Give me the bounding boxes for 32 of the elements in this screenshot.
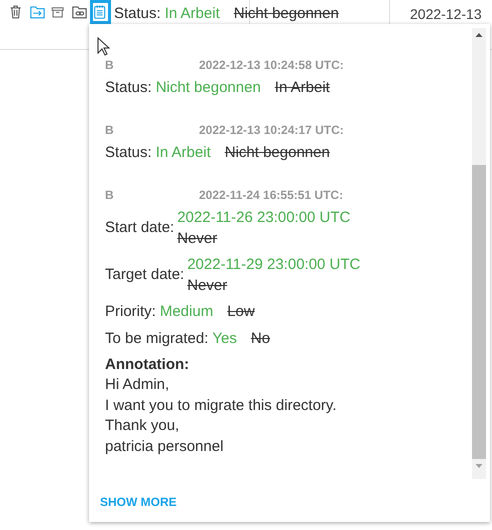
old-value: Never xyxy=(187,276,228,296)
old-value: Nicht begonnen xyxy=(224,143,330,163)
new-value: 2022-11-29 23:00:00 UTC xyxy=(187,255,360,275)
field-label: Priority: xyxy=(105,302,156,322)
status-change-text: Status: In Arbeit Nicht begonnen xyxy=(114,5,340,23)
annotation-text: Thank you, xyxy=(105,416,180,436)
field-label: Status: xyxy=(105,143,152,163)
author-name: B xyxy=(105,187,115,203)
annotation-text: I want you to migrate this directory. xyxy=(105,396,338,416)
author-name: B xyxy=(105,57,115,73)
new-value: Medium xyxy=(160,302,214,322)
date-text: 2022-12-13 xyxy=(409,5,483,23)
show-more-link[interactable]: SHOW MORE xyxy=(100,495,177,509)
new-value: 2022-11-26 23:00:00 UTC xyxy=(177,208,350,228)
author-name: B xyxy=(105,122,115,138)
old-value: No xyxy=(250,329,270,349)
timestamp: 2022-12-13 10:24:17 UTC: xyxy=(199,122,344,138)
new-value: Yes xyxy=(212,329,237,349)
new-value: In Arbeit xyxy=(156,143,211,163)
annotation-text: patricia personnel xyxy=(105,436,224,456)
old-value: Never xyxy=(177,229,218,249)
field-label: Target date: xyxy=(105,265,184,285)
field-label: Start date: xyxy=(105,218,174,238)
annotation-label: Annotation: xyxy=(105,355,190,375)
annotation-text: Hi Admin, xyxy=(105,375,170,395)
old-value: Low xyxy=(227,302,255,322)
field-label: Status: xyxy=(105,78,152,98)
old-value: In Arbeit xyxy=(274,78,330,98)
timestamp: 2022-11-24 16:55:51 UTC: xyxy=(199,187,344,203)
timestamp: 2022-12-13 10:24:58 UTC: xyxy=(199,57,344,73)
new-value: Nicht begonnen xyxy=(156,78,261,98)
field-label: To be migrated: xyxy=(105,329,208,349)
